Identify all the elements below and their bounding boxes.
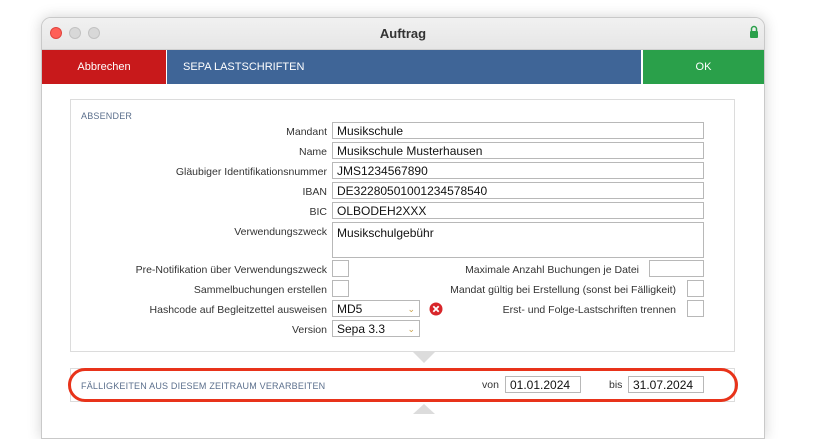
creditor-id-label: Gläubiger Identifikationsnummer <box>175 166 327 178</box>
purpose-label: Verwendungszweck <box>234 226 327 238</box>
iban-label: IBAN <box>302 186 327 198</box>
toolbar: Abbrechen SEPA LASTSCHRIFTEN OK <box>42 50 764 84</box>
batch-booking-label: Sammelbuchungen erstellen <box>193 284 327 296</box>
client-label: Mandant <box>286 126 327 138</box>
range-connector <box>413 404 435 414</box>
split-first-recurring-checkbox[interactable] <box>687 300 704 317</box>
version-label: Version <box>291 324 327 336</box>
name-field[interactable]: Musikschule Musterhausen <box>332 142 704 159</box>
creditor-id-field[interactable]: JMS1234567890 <box>332 162 704 179</box>
highlight-outline <box>68 368 738 402</box>
version-value: Sepa 3.3 <box>337 322 386 336</box>
bic-label: BIC <box>309 206 327 218</box>
title-bar: Auftrag <box>42 18 764 50</box>
hashcode-label: Hashcode auf Begleitzettel ausweisen <box>149 304 327 316</box>
prenotification-checkbox[interactable] <box>332 260 349 277</box>
mandate-valid-label: Mandat gültig bei Erstellung (sonst bei … <box>450 284 676 296</box>
lock-icon <box>750 25 758 38</box>
split-first-recurring-label: Erst- und Folge-Lastschriften trennen <box>502 304 676 316</box>
iban-field[interactable]: DE32280501001234578540 <box>332 182 704 199</box>
section-title: SEPA LASTSCHRIFTEN <box>167 50 641 84</box>
batch-booking-checkbox[interactable] <box>332 280 349 297</box>
error-icon[interactable] <box>429 302 443 316</box>
mandate-valid-checkbox[interactable] <box>687 280 704 297</box>
window-title: Auftrag <box>379 26 427 41</box>
panel-connector <box>413 352 435 363</box>
bic-field[interactable]: OLBODEH2XXX <box>332 202 704 219</box>
hashcode-value: MD5 <box>337 302 363 316</box>
name-label: Name <box>298 146 327 158</box>
purpose-field[interactable]: Musikschulgebühr <box>332 222 704 258</box>
chevron-down-icon: ⌄ <box>407 304 415 314</box>
max-bookings-field[interactable] <box>649 260 704 277</box>
cancel-button[interactable]: Abbrechen <box>42 50 166 84</box>
version-select[interactable]: Sepa 3.3 ⌄ <box>332 320 420 337</box>
sender-section-label: ABSENDER <box>81 111 133 121</box>
ok-button[interactable]: OK <box>643 50 764 84</box>
client-field[interactable]: Musikschule <box>332 122 704 139</box>
max-bookings-label: Maximale Anzahl Buchungen je Datei <box>465 264 639 276</box>
prenotification-label: Pre-Notifikation über Verwendungszweck <box>135 264 327 276</box>
hashcode-select[interactable]: MD5 ⌄ <box>332 300 420 317</box>
chevron-down-icon: ⌄ <box>407 324 415 334</box>
